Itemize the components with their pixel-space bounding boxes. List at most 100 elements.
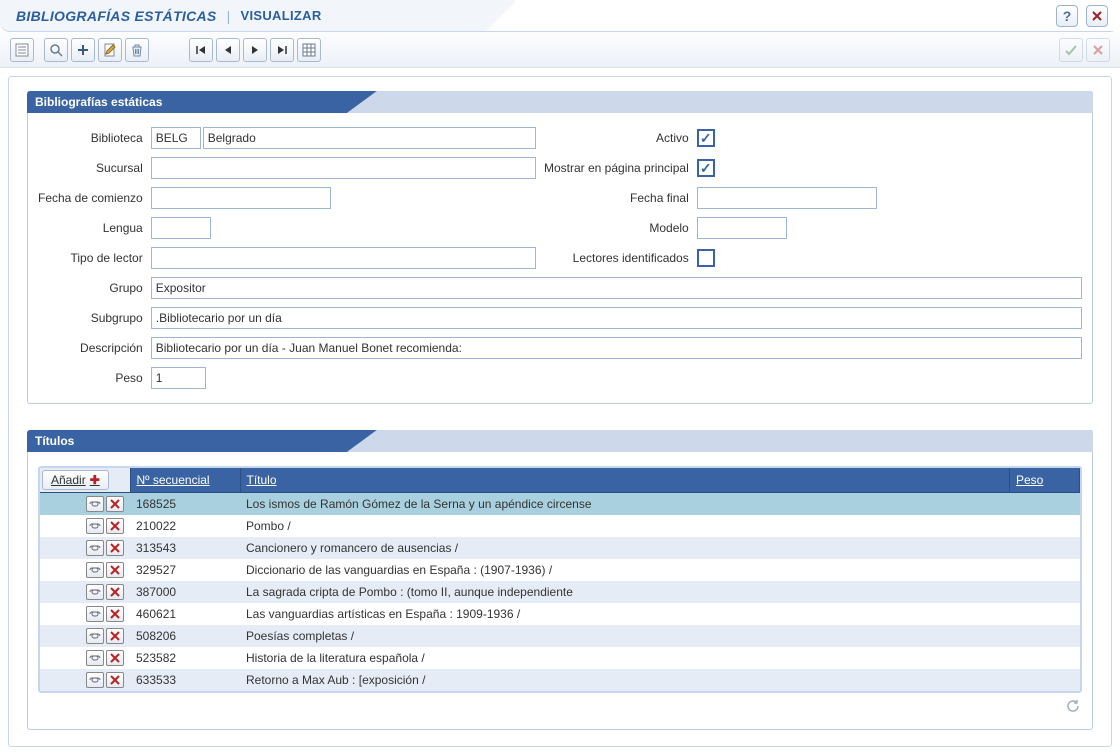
input-tipo-lector[interactable] [151, 247, 536, 269]
input-grupo[interactable] [151, 277, 1082, 299]
cell-peso [1010, 625, 1080, 647]
table-header-titulo[interactable]: Título [240, 468, 1010, 493]
input-modelo[interactable] [697, 217, 787, 239]
plus-icon [76, 43, 90, 57]
first-record-button[interactable] [189, 38, 213, 62]
toolbar [0, 32, 1120, 68]
input-lengua[interactable] [151, 217, 211, 239]
checkbox-activo[interactable] [697, 129, 715, 147]
cell-secuencial: 168525 [130, 493, 240, 516]
cell-titulo: Pombo / [240, 515, 1010, 537]
cell-peso [1010, 515, 1080, 537]
row-delete-button[interactable] [106, 672, 124, 688]
link-icon [89, 653, 101, 663]
list-icon [15, 43, 29, 57]
cell-secuencial: 508206 [130, 625, 240, 647]
row-delete-button[interactable] [106, 584, 124, 600]
confirm-button [1059, 38, 1083, 62]
checkbox-mostrar-principal[interactable] [697, 159, 715, 177]
cell-secuencial: 313543 [130, 537, 240, 559]
label-activo: Activo [544, 131, 689, 145]
title-bar: BIBLIOGRAFÍAS ESTÁTICAS | VISUALIZAR ? [0, 0, 1120, 32]
table-row[interactable]: 210022Pombo / [40, 515, 1080, 537]
add-row-button[interactable]: Añadir ✚ [42, 470, 109, 490]
row-delete-button[interactable] [106, 650, 124, 666]
breadcrumb-sub: VISUALIZAR [241, 8, 322, 23]
table-row[interactable]: 508206Poesías completas / [40, 625, 1080, 647]
table-row[interactable]: 387000La sagrada cripta de Pombo : (tomo… [40, 581, 1080, 603]
section-title-bibliografias: Bibliografías estáticas [35, 95, 162, 109]
row-delete-button[interactable] [106, 606, 124, 622]
table-row[interactable]: 523582Historia de la literatura española… [40, 647, 1080, 669]
delete-icon [110, 587, 120, 597]
input-sucursal[interactable] [151, 157, 536, 179]
delete-button[interactable] [125, 38, 149, 62]
input-peso[interactable] [151, 367, 206, 389]
section-bibliografias: Bibliografías estáticas Biblioteca Activ… [27, 91, 1093, 404]
row-link-button[interactable] [86, 606, 104, 622]
help-button[interactable]: ? [1056, 5, 1078, 27]
row-link-button[interactable] [86, 628, 104, 644]
plus-icon: ✚ [90, 473, 100, 487]
close-button[interactable] [1086, 5, 1108, 27]
row-link-button[interactable] [86, 650, 104, 666]
input-fecha-comienzo[interactable] [151, 187, 331, 209]
cell-secuencial: 460621 [130, 603, 240, 625]
table-row[interactable]: 633533Retorno a Max Aub : [exposición / [40, 669, 1080, 691]
link-icon [89, 499, 101, 509]
list-button[interactable] [10, 38, 34, 62]
table-row[interactable]: 168525Los ismos de Ramón Gómez de la Ser… [40, 493, 1080, 516]
next-record-button[interactable] [243, 38, 267, 62]
check-icon [1064, 43, 1078, 57]
grid-button[interactable] [297, 38, 321, 62]
link-icon [89, 609, 101, 619]
breadcrumb-separator: | [227, 8, 231, 24]
label-fecha-final: Fecha final [544, 191, 689, 205]
input-biblioteca-code[interactable] [151, 127, 201, 149]
cell-titulo: Historia de la literatura española / [240, 647, 1010, 669]
section-header-titulos: Títulos [27, 430, 1093, 452]
table-header-peso[interactable]: Peso [1010, 468, 1080, 493]
edit-icon [103, 43, 117, 57]
cell-secuencial: 387000 [130, 581, 240, 603]
label-fecha-comienzo: Fecha de comienzo [38, 191, 143, 205]
input-subgrupo[interactable] [151, 307, 1082, 329]
edit-button[interactable] [98, 38, 122, 62]
table-row[interactable]: 460621Las vanguardias artísticas en Espa… [40, 603, 1080, 625]
row-delete-button[interactable] [106, 540, 124, 556]
cell-titulo: Retorno a Max Aub : [exposición / [240, 669, 1010, 691]
table-row[interactable]: 313543Cancionero y romancero de ausencia… [40, 537, 1080, 559]
input-fecha-final[interactable] [697, 187, 877, 209]
cell-titulo: Las vanguardias artísticas en España : 1… [240, 603, 1010, 625]
row-link-button[interactable] [86, 540, 104, 556]
row-link-button[interactable] [86, 672, 104, 688]
row-link-button[interactable] [86, 496, 104, 512]
table-header-secuencial[interactable]: Nº secuencial [130, 468, 240, 493]
cell-peso [1010, 647, 1080, 669]
label-modelo: Modelo [544, 221, 689, 235]
cell-titulo: Los ismos de Ramón Gómez de la Serna y u… [240, 493, 1010, 516]
input-biblioteca-name[interactable] [203, 127, 536, 149]
row-delete-button[interactable] [106, 496, 124, 512]
row-delete-button[interactable] [106, 562, 124, 578]
table-row[interactable]: 329527Diccionario de las vanguardias en … [40, 559, 1080, 581]
cancel-icon [1091, 43, 1105, 57]
label-biblioteca: Biblioteca [38, 131, 143, 145]
prev-record-button[interactable] [216, 38, 240, 62]
row-link-button[interactable] [86, 584, 104, 600]
input-descripcion[interactable] [151, 337, 1082, 359]
prev-icon [221, 43, 235, 57]
last-record-button[interactable] [270, 38, 294, 62]
refresh-button[interactable] [1064, 697, 1082, 715]
row-delete-button[interactable] [106, 628, 124, 644]
label-subgrupo: Subgrupo [38, 311, 143, 325]
cell-peso [1010, 493, 1080, 516]
cell-secuencial: 329527 [130, 559, 240, 581]
add-button[interactable] [71, 38, 95, 62]
search-button[interactable] [44, 38, 68, 62]
row-link-button[interactable] [86, 518, 104, 534]
row-delete-button[interactable] [106, 518, 124, 534]
checkbox-lectores-identificados[interactable] [697, 249, 715, 267]
cell-secuencial: 523582 [130, 647, 240, 669]
row-link-button[interactable] [86, 562, 104, 578]
